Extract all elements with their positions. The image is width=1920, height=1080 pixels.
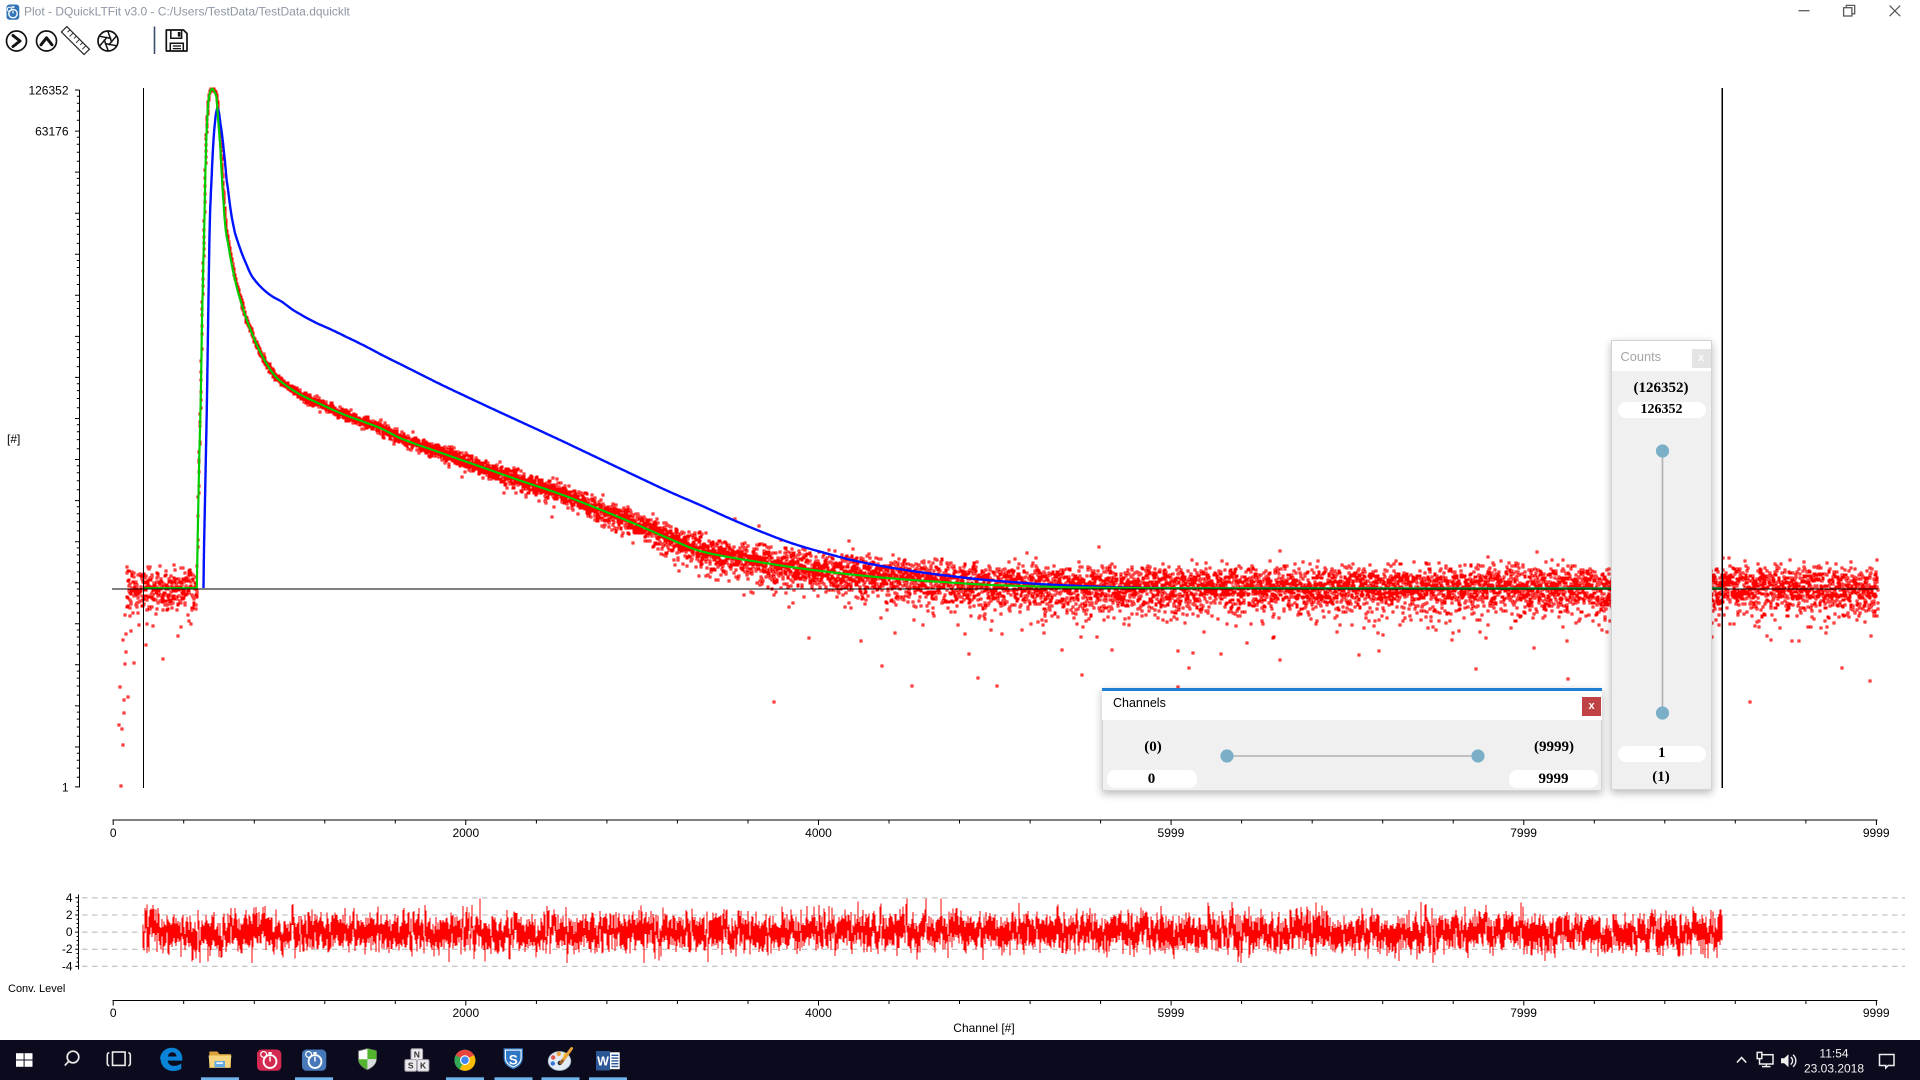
svg-text:9999: 9999 (1863, 826, 1890, 840)
svg-text:-4: -4 (62, 959, 73, 973)
svg-text:5999: 5999 (1158, 826, 1185, 840)
svg-text:11:54: 11:54 (1819, 1047, 1848, 1061)
svg-text:2000: 2000 (452, 1006, 479, 1020)
svg-text:9999: 9999 (1863, 1006, 1890, 1020)
svg-text:Conv. Level: Conv. Level (8, 983, 65, 995)
svg-text:7999: 7999 (1510, 826, 1537, 840)
svg-text:W: W (597, 1055, 609, 1069)
svg-text:[#]: [#] (7, 432, 20, 446)
svg-text:1: 1 (62, 780, 69, 794)
svg-text:0: 0 (66, 925, 73, 939)
svg-text:Channel [#]: Channel [#] (953, 1021, 1014, 1035)
svg-text:4: 4 (66, 891, 73, 905)
svg-text:2: 2 (66, 908, 73, 922)
svg-text:4000: 4000 (805, 1006, 832, 1020)
svg-text:126352: 126352 (28, 84, 68, 98)
svg-text:K: K (420, 1060, 427, 1070)
svg-text:S: S (509, 1053, 518, 1068)
svg-text:S: S (408, 1060, 414, 1070)
svg-text:7999: 7999 (1510, 1006, 1537, 1020)
svg-text:2000: 2000 (452, 826, 479, 840)
svg-text:4000: 4000 (805, 826, 832, 840)
svg-text:N: N (414, 1050, 420, 1060)
svg-text:0: 0 (110, 826, 117, 840)
svg-text:5999: 5999 (1158, 1006, 1185, 1020)
svg-text:0: 0 (110, 1006, 117, 1020)
svg-text:63176: 63176 (35, 125, 69, 139)
svg-text:23.03.2018: 23.03.2018 (1804, 1062, 1864, 1076)
svg-text:-2: -2 (62, 942, 73, 956)
